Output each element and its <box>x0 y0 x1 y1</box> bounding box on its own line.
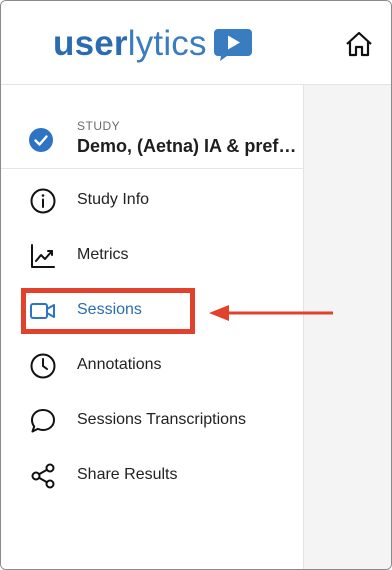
study-name: Demo, (Aetna) IA & preferences <box>77 136 301 156</box>
logo-wordmark: userlytics <box>53 26 207 61</box>
home-icon[interactable] <box>345 31 373 57</box>
sidebar-item-label: Annotations <box>77 356 162 373</box>
play-badge-icon <box>213 29 252 61</box>
app-frame: userlytics STUDY Demo, (Aetna) IA & pref… <box>0 0 392 570</box>
share-icon <box>31 463 55 489</box>
userlytics-logo[interactable]: userlytics <box>53 23 253 63</box>
sidebar-item-label: Metrics <box>77 246 129 263</box>
sidebar-item-label: Share Results <box>77 466 178 483</box>
top-header: userlytics <box>1 1 391 85</box>
sidebar-item-share-results[interactable]: Share Results <box>1 456 304 496</box>
speech-bubble-icon <box>31 409 55 433</box>
info-circle-icon <box>30 188 56 214</box>
sidebar-item-label: Study Info <box>77 191 150 208</box>
annotation-highlight-box <box>21 288 195 334</box>
chart-line-icon <box>31 244 55 268</box>
sidebar-item-label: Sessions Transcriptions <box>77 411 246 428</box>
sidebar-item-sessions-transcriptions[interactable]: Sessions Transcriptions <box>1 401 304 441</box>
sidebar-item-study-info[interactable]: Study Info <box>1 181 304 221</box>
sidebar-item-annotations[interactable]: Annotations <box>1 346 304 386</box>
left-arrow-icon <box>209 305 333 321</box>
study-selector[interactable]: STUDY Demo, (Aetna) IA & preferences <box>1 113 304 169</box>
logo-text-lytics: lytics <box>127 23 207 63</box>
sidebar-item-metrics[interactable]: Metrics <box>1 236 304 276</box>
logo-text-user: user <box>53 23 128 63</box>
main-content-area <box>304 85 391 569</box>
study-label: STUDY <box>77 119 121 133</box>
check-circle-icon <box>29 128 53 152</box>
clock-icon <box>30 353 56 379</box>
